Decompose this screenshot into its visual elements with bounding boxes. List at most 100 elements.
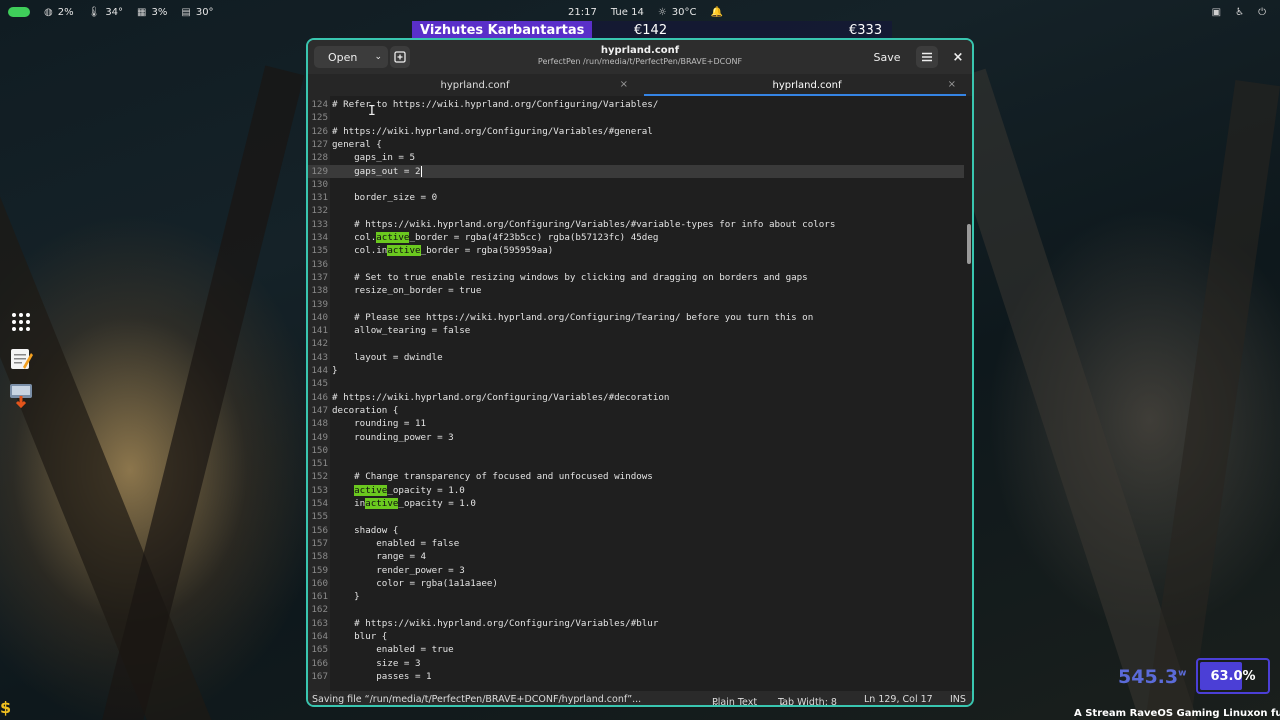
chevron-down-icon[interactable]: ⌄ xyxy=(374,52,382,62)
code-line[interactable]: 155 xyxy=(308,510,964,523)
code-line[interactable]: 125 xyxy=(308,111,964,124)
code-text: inactive_opacity = 1.0 xyxy=(332,498,476,509)
weather-widget[interactable]: ☼ 30°C xyxy=(658,7,697,18)
text-editor-app-icon[interactable] xyxy=(9,347,33,371)
disk-stat[interactable]: ▤ 30° xyxy=(181,7,213,18)
text-cursor-icon: I xyxy=(368,104,376,119)
code-line[interactable]: 156 shadow { xyxy=(308,524,964,537)
temperature-stat[interactable]: 🌡 34° xyxy=(88,7,123,18)
scrollbar-thumb[interactable] xyxy=(967,224,971,264)
code-line[interactable]: 162 xyxy=(308,603,964,616)
code-line[interactable]: 137 # Set to true enable resizing window… xyxy=(308,271,964,284)
code-view[interactable]: 124 # Refer to https://wiki.hyprland.org/… xyxy=(308,96,972,691)
code-line[interactable]: 152 # Change transparency of focused and… xyxy=(308,470,964,483)
code-line[interactable]: 138 resize_on_border = true xyxy=(308,284,964,297)
open-button-label: Open xyxy=(328,50,358,64)
code-line[interactable]: 139 xyxy=(308,298,964,311)
disk-icon: ▤ xyxy=(181,6,191,18)
app-grid-icon[interactable] xyxy=(9,310,33,334)
close-window-button[interactable]: × xyxy=(948,46,968,68)
line-number: 165 xyxy=(311,644,328,656)
line-number: 155 xyxy=(311,511,328,523)
code-line[interactable]: 148 rounding = 11 xyxy=(308,417,964,430)
line-number: 157 xyxy=(311,537,328,549)
clock-date[interactable]: Tue 14 xyxy=(611,7,644,18)
cursor-position[interactable]: Ln 129, Col 17 xyxy=(864,694,933,705)
code-line[interactable]: 149 rounding_power = 3 xyxy=(308,431,964,444)
code-line[interactable]: 151 xyxy=(308,457,964,470)
code-line[interactable]: 164 blur { xyxy=(308,630,964,643)
code-text: border_size = 0 xyxy=(332,192,438,204)
vertical-scrollbar[interactable] xyxy=(966,96,972,691)
memory-stat[interactable]: ▦ 3% xyxy=(137,7,167,18)
code-line[interactable]: 146 # https://wiki.hyprland.org/Configuri… xyxy=(308,391,964,404)
line-number: 142 xyxy=(311,338,328,350)
code-line[interactable]: 124 # Refer to https://wiki.hyprland.org/… xyxy=(308,98,964,111)
accessibility-icon[interactable]: ♿ xyxy=(1235,7,1244,18)
code-line[interactable]: 136 xyxy=(308,258,964,271)
code-line[interactable]: 163 # https://wiki.hyprland.org/Configur… xyxy=(308,617,964,630)
code-line[interactable]: 158 range = 4 xyxy=(308,550,964,563)
code-line[interactable]: 161 } xyxy=(308,590,964,603)
code-line[interactable]: 167 passes = 1 xyxy=(308,670,964,683)
save-button[interactable]: Save xyxy=(870,46,904,68)
close-tab-icon[interactable]: × xyxy=(620,79,628,90)
code-line[interactable]: 143 layout = dwindle xyxy=(308,351,964,364)
line-number: 128 xyxy=(311,152,328,164)
code-line[interactable]: 140 # Please see https://wiki.hyprland.o… xyxy=(308,311,964,324)
code-text: # Refer to https://wiki.hyprland.org/Con… xyxy=(332,99,659,110)
open-button[interactable]: Open ⌄ xyxy=(314,46,388,68)
code-line[interactable]: 129 gaps_out = 2 xyxy=(308,164,964,178)
bell-icon[interactable]: 🔔 xyxy=(711,7,723,18)
code-line[interactable]: 130 xyxy=(308,178,964,191)
code-line[interactable]: 159 render_power = 3 xyxy=(308,564,964,577)
tab-hyprland-conf-1[interactable]: hyprland.conf × xyxy=(308,74,642,96)
code-line[interactable]: 166 size = 3 xyxy=(308,657,964,670)
code-line[interactable]: 150 xyxy=(308,444,964,457)
line-number: 139 xyxy=(311,298,328,310)
editor-headerbar: Open ⌄ hyprland.conf PerfectPen /run/med… xyxy=(308,40,972,74)
code-line[interactable]: 133 # https://wiki.hyprland.org/Configur… xyxy=(308,218,964,231)
code-text: size = 3 xyxy=(332,657,421,669)
code-line[interactable]: 144} xyxy=(308,364,964,377)
line-number: 129 xyxy=(311,165,328,177)
line-number: 138 xyxy=(311,285,328,297)
line-number: 150 xyxy=(311,444,328,456)
code-line[interactable]: 141 allow_tearing = false xyxy=(308,324,964,337)
battery-widget[interactable]: 63.0% xyxy=(1196,658,1270,694)
code-line[interactable]: 127 general { xyxy=(308,138,964,151)
code-line[interactable]: 132 xyxy=(308,204,964,217)
workspace-indicator[interactable] xyxy=(8,7,30,17)
code-line[interactable]: 165 enabled = true xyxy=(308,643,964,656)
code-line[interactable]: 134 col.active_border = rgba(4f23b5cc) r… xyxy=(308,231,964,244)
code-line[interactable]: 142 xyxy=(308,337,964,350)
code-text: # https://wiki.hyprland.org/Configuring/… xyxy=(332,617,659,629)
clock-time[interactable]: 21:17 xyxy=(568,7,597,18)
code-text: range = 4 xyxy=(332,551,427,563)
code-line[interactable]: 147 decoration { xyxy=(308,404,964,417)
code-line[interactable]: 157 enabled = false xyxy=(308,537,964,550)
clipboard-icon[interactable]: ▣ xyxy=(1212,7,1221,18)
main-menu-button[interactable] xyxy=(916,46,938,68)
code-line[interactable]: 131 border_size = 0 xyxy=(308,191,964,204)
close-tab-icon[interactable]: × xyxy=(948,79,956,90)
code-line[interactable]: 145 xyxy=(308,377,964,390)
line-number: 145 xyxy=(311,378,328,390)
insert-mode-indicator[interactable]: INS xyxy=(950,694,966,705)
sun-icon: ☼ xyxy=(657,6,667,18)
new-tab-button[interactable] xyxy=(390,46,410,68)
dollar-icon[interactable]: $ xyxy=(0,698,11,717)
code-line[interactable]: 160 color = rgba(1a1a1aee) xyxy=(308,577,964,590)
cpu-stat[interactable]: ◍ 2% xyxy=(44,7,74,18)
tab-label: hyprland.conf xyxy=(772,79,842,91)
line-number: 144 xyxy=(311,365,328,376)
code-line[interactable]: 153 active_opacity = 1.0 xyxy=(308,484,964,497)
code-line[interactable]: 126 # https://wiki.hyprland.org/Configuri… xyxy=(308,125,964,138)
software-installer-icon[interactable] xyxy=(9,383,33,408)
tab-hyprland-conf-2[interactable]: hyprland.conf × xyxy=(644,74,970,96)
code-line[interactable]: 135 col.inactive_border = rgba(595959aa) xyxy=(308,244,964,257)
code-line[interactable]: 154 inactive_opacity = 1.0 xyxy=(308,497,964,510)
power-icon[interactable]: ⏻ xyxy=(1258,7,1266,18)
code-line[interactable]: 128 gaps_in = 5 xyxy=(308,151,964,164)
line-number: 135 xyxy=(311,245,328,257)
